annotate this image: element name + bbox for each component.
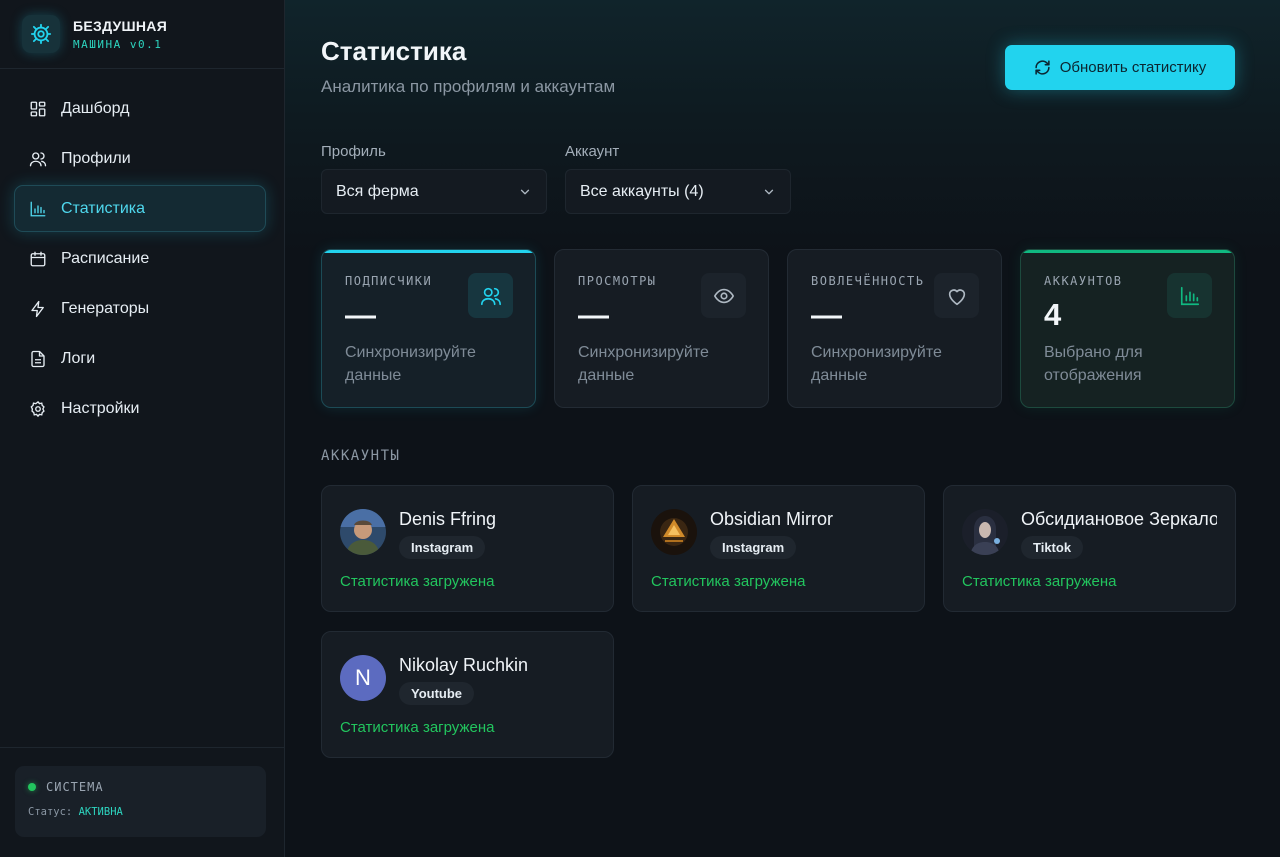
account-name: Denis Ffring <box>399 509 497 529</box>
stat-icon-box <box>468 273 513 318</box>
stat-icon-box <box>701 273 746 318</box>
sidebar-item-generators[interactable]: Генераторы <box>14 285 266 332</box>
sidebar-item-label: Настройки <box>61 399 140 417</box>
dashboard-icon <box>30 101 46 116</box>
sidebar-nav: Дашборд Профили Статистика Расписание Ге… <box>14 85 266 435</box>
system-status-value: АКТИВНА <box>78 806 123 818</box>
account-status: Статистика загружена <box>651 573 806 590</box>
system-title: СИСТЕМА <box>46 780 104 794</box>
status-dot <box>28 783 36 791</box>
account-filter-label: Аккаунт <box>565 143 620 160</box>
settings-icon <box>30 400 45 417</box>
account-card[interactable]: Denis Ffring Instagram Статистика загруж… <box>321 485 614 612</box>
stat-icon-box <box>1167 273 1212 318</box>
sidebar-item-schedule[interactable]: Расписание <box>14 235 266 282</box>
brand-subtitle: МАШИНА v0.1 <box>73 37 163 51</box>
stat-card-accounts: АККАУНТОВ 4 Выбрано для отображения <box>1020 249 1235 408</box>
stat-description: Выбрано для отображения <box>1044 344 1143 384</box>
heart-icon <box>948 288 965 305</box>
avatar <box>340 509 386 555</box>
users-icon <box>480 287 501 305</box>
stat-description: Синхронизируйте данные <box>345 344 476 384</box>
account-name: Obsidian Mirror <box>710 509 834 529</box>
refresh-icon <box>1035 60 1050 75</box>
stat-card-engagement: ВОВЛЕЧЁННОСТЬ — Синхронизируйте данные <box>787 249 1002 408</box>
sidebar-item-label: Дашборд <box>61 99 130 117</box>
stat-icon-box <box>934 273 979 318</box>
sidebar-item-profiles[interactable]: Профили <box>14 135 266 182</box>
sidebar-item-label: Расписание <box>61 249 150 267</box>
sidebar-item-label: Профили <box>61 149 131 167</box>
platform-badge: Tiktok <box>1021 536 1084 559</box>
sidebar: БЕЗДУШНАЯ МАШИНА v0.1 Дашборд Профили Ст… <box>0 0 285 857</box>
stat-description: Синхронизируйте данные <box>578 344 709 384</box>
users-icon <box>29 151 47 166</box>
avatar <box>962 509 1008 555</box>
file-icon <box>31 350 45 367</box>
page-subtitle: Аналитика по профилям и аккаунтам <box>321 77 616 96</box>
system-status-label: Статус: <box>28 806 73 818</box>
account-status: Статистика загружена <box>340 719 495 736</box>
account-card[interactable]: Obsidian Mirror Instagram Статистика заг… <box>632 485 925 612</box>
account-name: Обсидиановое Зеркало <box>1021 509 1217 529</box>
stat-card-subscribers: ПОДПИСЧИКИ — Синхронизируйте данные <box>321 249 536 408</box>
avatar: N <box>340 655 386 701</box>
refresh-stats-label: Обновить статистику <box>1059 59 1207 76</box>
eye-icon <box>713 288 734 303</box>
page-title: Статистика <box>321 36 467 66</box>
calendar-icon <box>30 251 46 266</box>
sidebar-item-label: Статистика <box>61 199 146 217</box>
bar-chart-icon <box>30 201 46 216</box>
account-status: Статистика загружена <box>962 573 1117 590</box>
sidebar-item-label: Генераторы <box>61 299 150 317</box>
avatar <box>651 509 697 555</box>
system-status-box: СИСТЕМА Статус: АКТИВНА <box>15 766 266 837</box>
sidebar-divider <box>0 747 285 748</box>
brand-logo[interactable] <box>22 15 60 53</box>
account-select-value: Все аккаунты (4) <box>580 182 704 200</box>
account-card[interactable]: Обсидиановое Зеркало Tiktok Статистика з… <box>943 485 1236 612</box>
platform-badge: Instagram <box>399 536 486 559</box>
gear-icon <box>30 23 52 45</box>
profile-filter-label: Профиль <box>321 143 386 160</box>
platform-badge: Youtube <box>399 682 475 705</box>
sidebar-item-dashboard[interactable]: Дашборд <box>14 85 266 132</box>
refresh-stats-button[interactable]: Обновить статистику <box>1005 45 1235 90</box>
sidebar-item-settings[interactable]: Настройки <box>14 385 266 432</box>
lightning-icon <box>31 300 44 317</box>
account-name: Nikolay Ruchkin <box>399 655 529 675</box>
brand-title: БЕЗДУШНАЯ <box>73 17 168 34</box>
stat-card-views: ПРОСМОТРЫ — Синхронизируйте данные <box>554 249 769 408</box>
sidebar-item-logs[interactable]: Логи <box>14 335 266 382</box>
chevron-down-icon <box>520 189 530 194</box>
platform-badge: Instagram <box>710 536 797 559</box>
stat-description: Синхронизируйте данные <box>811 344 942 384</box>
sidebar-item-label: Логи <box>61 349 96 367</box>
profile-select[interactable]: Вся ферма <box>321 169 547 214</box>
profile-select-value: Вся ферма <box>336 182 419 200</box>
accounts-section-title: АККАУНТЫ <box>321 448 401 464</box>
chevron-down-icon <box>764 189 774 194</box>
bar-chart-icon <box>1180 286 1199 305</box>
main-content: Статистика Аналитика по профилям и аккау… <box>285 0 1280 857</box>
account-status: Статистика загружена <box>340 573 495 590</box>
account-card[interactable]: N Nikolay Ruchkin Youtube Статистика заг… <box>321 631 614 758</box>
account-select[interactable]: Все аккаунты (4) <box>565 169 791 214</box>
sidebar-item-statistics[interactable]: Статистика <box>14 185 266 232</box>
brand: БЕЗДУШНАЯ МАШИНА v0.1 <box>0 0 284 69</box>
